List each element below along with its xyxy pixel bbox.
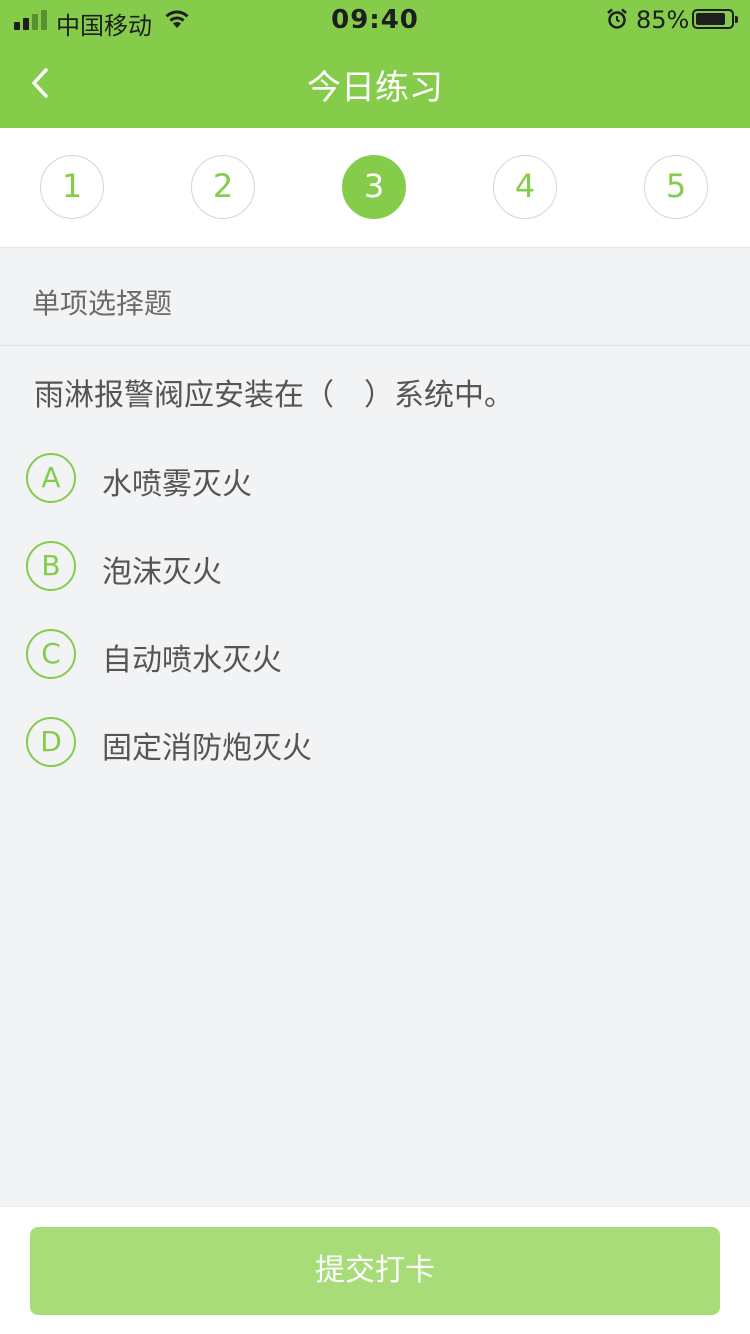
header-bar: 中国移动 09:40 85% 今日练习 bbox=[0, 0, 750, 128]
option-a[interactable]: A 水喷雾灭火 bbox=[24, 451, 724, 507]
question-number-4[interactable]: 4 bbox=[493, 155, 557, 219]
question-number-1[interactable]: 1 bbox=[40, 155, 104, 219]
practice-screen: 中国移动 09:40 85% 今日练习 1 2 3 4 5 单项选择题 雨淋报警… bbox=[0, 0, 750, 1334]
battery-icon bbox=[692, 9, 738, 29]
back-button[interactable] bbox=[20, 58, 64, 108]
question-type-label: 单项选择题 bbox=[32, 287, 173, 320]
option-c[interactable]: C 自动喷水灭火 bbox=[24, 627, 724, 683]
option-d[interactable]: D 固定消防炮灭火 bbox=[24, 715, 724, 771]
question-text: 雨淋报警阀应安装在（ ）系统中。 bbox=[34, 378, 514, 413]
option-letter: B bbox=[26, 541, 76, 591]
option-text: 固定消防炮灭火 bbox=[102, 731, 312, 766]
status-bar: 中国移动 09:40 85% bbox=[0, 0, 750, 40]
question-type-header: 单项选择题 bbox=[0, 248, 750, 346]
battery-level bbox=[696, 13, 725, 25]
option-letter: A bbox=[26, 453, 76, 503]
footer-bar: 提交打卡 bbox=[0, 1206, 750, 1334]
question-number-strip: 1 2 3 4 5 bbox=[0, 128, 750, 248]
option-letter: D bbox=[26, 717, 76, 767]
option-text: 水喷雾灭火 bbox=[102, 467, 252, 502]
question-number-2[interactable]: 2 bbox=[191, 155, 255, 219]
question-number-3[interactable]: 3 bbox=[342, 155, 406, 219]
battery-percent: 85% bbox=[636, 6, 690, 34]
chevron-left-icon bbox=[32, 68, 48, 98]
alarm-icon bbox=[607, 8, 627, 29]
option-text: 泡沫灭火 bbox=[102, 555, 222, 590]
option-b[interactable]: B 泡沫灭火 bbox=[24, 539, 724, 595]
page-title: 今日练习 bbox=[307, 68, 443, 108]
option-letter: C bbox=[26, 629, 76, 679]
option-text: 自动喷水灭火 bbox=[102, 643, 282, 678]
question-number-5[interactable]: 5 bbox=[644, 155, 708, 219]
submit-checkin-button[interactable]: 提交打卡 bbox=[30, 1227, 720, 1315]
